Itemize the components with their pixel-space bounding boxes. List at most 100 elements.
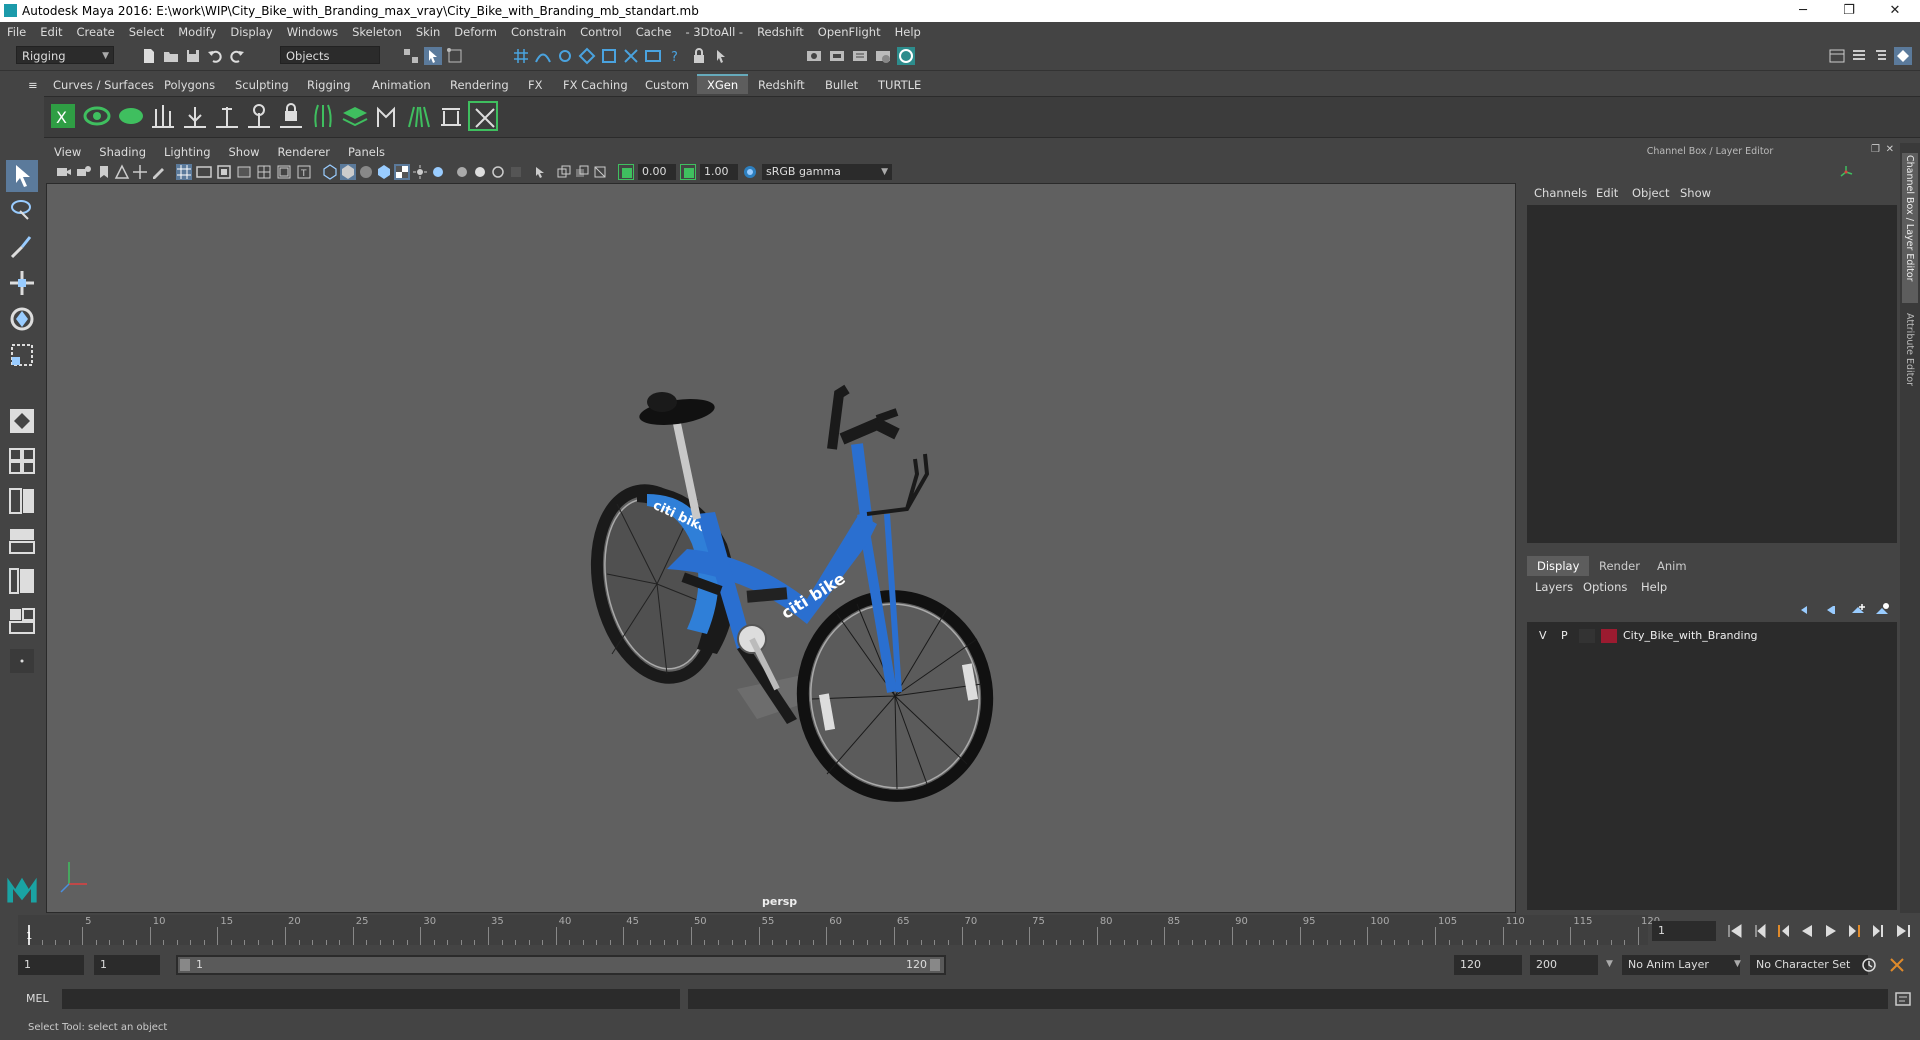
- layer-name[interactable]: City_Bike_with_Branding: [1623, 629, 1758, 642]
- grease-pencil-icon[interactable]: [150, 164, 166, 180]
- script-editor-icon[interactable]: [1894, 990, 1912, 1008]
- shelf-tab-xgen[interactable]: XGen: [697, 74, 749, 94]
- command-language-label[interactable]: MEL: [26, 992, 49, 1005]
- channel-show-menu[interactable]: Show: [1680, 186, 1711, 200]
- play-backwards-icon[interactable]: [1798, 922, 1816, 940]
- viewport-menu-show[interactable]: Show: [221, 143, 270, 159]
- viewport-menu-renderer[interactable]: Renderer: [270, 143, 341, 159]
- layer-options-menu[interactable]: Options: [1583, 580, 1627, 594]
- anim-layer-dropdown[interactable]: No Anim Layer: [1622, 955, 1740, 975]
- viewport-menu-shading[interactable]: Shading: [91, 143, 156, 159]
- float-panel-icon[interactable]: ❐: [1871, 144, 1880, 155]
- menu-skin[interactable]: Skin: [409, 22, 447, 39]
- xgen-guide-length-icon[interactable]: [212, 101, 242, 131]
- channel-box-area[interactable]: [1527, 205, 1897, 543]
- film-gate-icon[interactable]: [196, 164, 212, 180]
- step-forward-key-icon[interactable]: [1846, 922, 1864, 940]
- menu-redshift[interactable]: Redshift: [750, 22, 811, 39]
- time-slider[interactable]: 5 10 15 20 25 30 35 40 45 50 55 60 65 70 75 80 85 90 95 100…: [18, 915, 1660, 945]
- selection-mode-dropdown[interactable]: Objects: [280, 46, 380, 64]
- safe-title-icon[interactable]: T: [296, 164, 312, 180]
- shadows-icon[interactable]: [430, 164, 446, 180]
- xgen-interactive-groom-icon[interactable]: [404, 101, 434, 131]
- two-d-pan-zoom-icon[interactable]: [132, 164, 148, 180]
- shelf-tab-curves-surfaces[interactable]: Curves / Surfaces: [43, 76, 164, 94]
- rotate-tool-icon[interactable]: [6, 303, 38, 335]
- playback-end-field[interactable]: 120: [1454, 955, 1522, 975]
- xgen-sculpt-guide-icon[interactable]: [244, 101, 274, 131]
- smooth-shade-icon[interactable]: [340, 164, 356, 180]
- xgen-grooming-icon[interactable]: [372, 101, 402, 131]
- xgen-layers-icon[interactable]: [340, 101, 370, 131]
- shelf-tab-custom[interactable]: Custom: [635, 76, 699, 94]
- wireframe-on-shaded-icon[interactable]: [376, 164, 392, 180]
- snap-live-icon[interactable]: [600, 47, 618, 65]
- open-scene-icon[interactable]: [162, 47, 180, 65]
- toggle-channel-box-icon[interactable]: [1850, 47, 1868, 65]
- animation-start-field[interactable]: 1: [18, 955, 84, 975]
- single-perspective-layout-icon[interactable]: [6, 405, 38, 437]
- channel-box-side-tab[interactable]: Channel Box / Layer Editor: [1902, 153, 1918, 303]
- menu-set-dropdown[interactable]: Rigging ▼: [16, 46, 114, 64]
- wireframe-icon[interactable]: [322, 164, 338, 180]
- shelf-tab-polygons[interactable]: Polygons: [154, 76, 225, 94]
- turtle-render-icon[interactable]: [897, 47, 915, 65]
- step-forward-icon[interactable]: [1870, 922, 1888, 940]
- range-start-grip[interactable]: [180, 959, 190, 971]
- layer-color-swatch[interactable]: [1601, 629, 1617, 643]
- hypershade-layout-icon[interactable]: [6, 605, 38, 637]
- menu-modify[interactable]: Modify: [171, 22, 223, 39]
- grid-toggle-icon[interactable]: [176, 164, 192, 180]
- safe-action-icon[interactable]: [276, 164, 292, 180]
- multisample-aa-icon[interactable]: [490, 164, 506, 180]
- menu-3dtoall[interactable]: - 3DtoAll -: [678, 22, 750, 39]
- close-button[interactable]: ✕: [1872, 0, 1918, 22]
- select-component-icon[interactable]: [446, 47, 464, 65]
- depth-of-field-icon[interactable]: [508, 164, 524, 180]
- toggle-tool-settings-icon[interactable]: [1894, 47, 1912, 65]
- xgen-preview-icon[interactable]: [82, 101, 112, 131]
- use-all-lights-icon[interactable]: [412, 164, 428, 180]
- paint-select-tool-icon[interactable]: [6, 231, 38, 263]
- bookmark-icon[interactable]: [96, 164, 112, 180]
- new-layer-icon[interactable]: [1850, 602, 1866, 618]
- lasso-tool-icon[interactable]: [6, 195, 38, 227]
- chevron-down-icon[interactable]: ▼: [1734, 959, 1741, 969]
- shelf-tab-animation[interactable]: Animation: [362, 76, 441, 94]
- current-frame-field[interactable]: 1: [1652, 921, 1716, 941]
- shelf-tab-rigging[interactable]: Rigging: [297, 76, 361, 94]
- play-forwards-icon[interactable]: [1822, 922, 1840, 940]
- lock-icon[interactable]: [690, 47, 708, 65]
- menu-edit[interactable]: Edit: [33, 22, 69, 39]
- snap-surface-icon[interactable]: [578, 47, 596, 65]
- animation-preferences-icon[interactable]: [1888, 956, 1906, 974]
- toolbox-more-icon[interactable]: [6, 645, 38, 677]
- shelf-tab-redshift[interactable]: Redshift: [748, 76, 815, 94]
- viewport-menu-view[interactable]: View: [46, 143, 91, 159]
- tab-anim[interactable]: Anim: [1647, 556, 1697, 576]
- xgen-cut-icon[interactable]: [436, 101, 466, 131]
- menu-control[interactable]: Control: [573, 22, 629, 39]
- step-back-icon[interactable]: [1750, 922, 1768, 940]
- menu-skeleton[interactable]: Skeleton: [345, 22, 409, 39]
- layers-menu[interactable]: Layers: [1535, 580, 1573, 594]
- restore-button[interactable]: ❐: [1826, 0, 1872, 22]
- go-to-end-icon[interactable]: [1894, 922, 1912, 940]
- xray-components-icon[interactable]: [592, 164, 608, 180]
- xray-joints-icon[interactable]: [574, 164, 590, 180]
- attribute-editor-side-tab[interactable]: Attribute Editor: [1902, 311, 1918, 401]
- go-to-start-icon[interactable]: [1726, 922, 1744, 940]
- field-chart-icon[interactable]: [256, 164, 272, 180]
- camera-select-icon[interactable]: [56, 164, 72, 180]
- layer-row[interactable]: V P City_Bike_with_Branding: [1527, 626, 1895, 646]
- menu-constrain[interactable]: Constrain: [504, 22, 573, 39]
- select-object-icon[interactable]: [424, 47, 442, 65]
- channels-menu[interactable]: Channels: [1534, 186, 1587, 200]
- xgen-clear-preview-icon[interactable]: [116, 101, 146, 131]
- redo-icon[interactable]: [228, 47, 246, 65]
- character-set-dropdown[interactable]: No Character Set: [1750, 955, 1868, 975]
- scale-tool-icon[interactable]: [6, 339, 38, 371]
- viewport-menu-panels[interactable]: Panels: [340, 143, 395, 159]
- menu-windows[interactable]: Windows: [280, 22, 345, 39]
- minimize-button[interactable]: ─: [1780, 0, 1826, 22]
